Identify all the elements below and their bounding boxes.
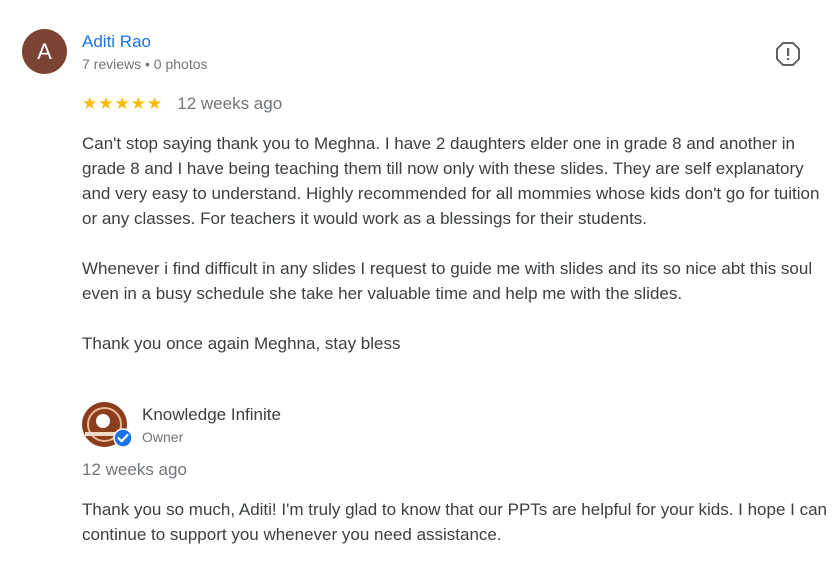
reviewer-name-link[interactable]: Aditi Rao	[82, 32, 151, 52]
reviewer-stats: 7 reviews • 0 photos	[82, 56, 208, 72]
review-body: Can't stop saying thank you to Meghna. I…	[82, 131, 827, 381]
verified-check-icon	[113, 428, 133, 448]
review-paragraph: Thank you once again Meghna, stay bless	[82, 334, 401, 353]
logo-center	[96, 414, 110, 428]
review-paragraph: Whenever i find difficult in any slides …	[82, 259, 813, 303]
star-icon: ★	[114, 94, 130, 113]
star-rating: ★ ★ ★ ★ ★	[82, 94, 162, 114]
star-icon: ★	[82, 94, 98, 113]
owner-reply-body: Thank you so much, Aditi! I'm truly glad…	[82, 500, 828, 544]
rating-row: ★ ★ ★ ★ ★ 12 weeks ago	[82, 94, 282, 114]
reviewer-avatar[interactable]: A	[22, 29, 67, 74]
star-icon: ★	[147, 94, 163, 113]
star-icon: ★	[130, 94, 146, 113]
reviewer-initial: A	[37, 38, 52, 64]
review-time: 12 weeks ago	[177, 94, 283, 113]
reply-time: 12 weeks ago	[82, 460, 187, 479]
report-flag-icon[interactable]	[775, 41, 801, 67]
star-icon: ★	[98, 94, 114, 113]
review-card: A Aditi Rao 7 reviews • 0 photos ★ ★ ★ ★…	[0, 0, 832, 567]
owner-name: Knowledge Infinite	[142, 405, 281, 424]
review-paragraph: Can't stop saying thank you to Meghna. I…	[82, 134, 820, 228]
owner-role-label: Owner	[142, 429, 184, 445]
